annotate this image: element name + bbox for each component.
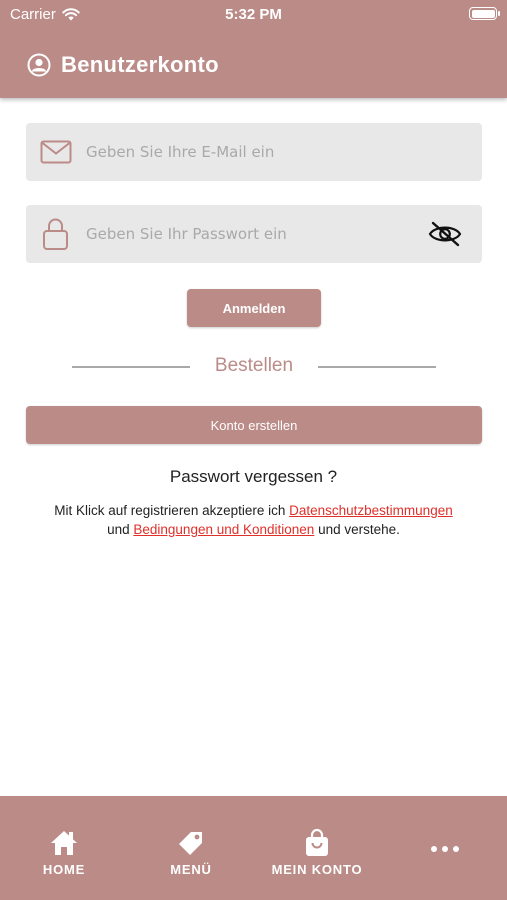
mail-icon [40,140,72,164]
tab-menu-label: MENÜ [170,862,212,877]
divider-line-left [72,366,190,368]
terms-middle: und [107,522,134,537]
tab-menu[interactable]: MENÜ [145,796,237,900]
more-icon [431,846,459,852]
password-input[interactable] [86,205,426,263]
status-time: 5:32 PM [225,6,282,23]
tag-icon [179,832,202,855]
privacy-policy-link[interactable]: Datenschutzbestimmungen [289,503,453,518]
forgot-password-link[interactable]: Passwort vergessen ? [0,467,507,487]
app-header: Carrier 5:32 PM Benutzerkonto [0,0,507,98]
user-circle-icon [27,53,51,77]
divider-label: Bestellen [214,355,294,376]
divider-line-right [318,366,436,368]
login-button[interactable]: Anmelden [187,289,321,327]
tab-home[interactable]: HOME [18,796,110,900]
create-account-button[interactable]: Konto erstellen [26,406,482,444]
terms-prefix: Mit Klick auf registrieren akzeptiere ic… [54,503,290,518]
page-title: Benutzerkonto [61,52,219,77]
email-input[interactable] [86,123,426,181]
tab-my-account-label: MEIN KONTO [271,862,363,877]
tab-home-label: HOME [42,862,86,877]
terms-suffix: und verstehe. [314,522,400,537]
tab-my-account[interactable]: MEIN KONTO [262,796,372,900]
terms-conditions-link[interactable]: Bedingungen und Konditionen [133,522,314,537]
tab-more[interactable] [405,796,485,900]
status-bar: Carrier 5:32 PM [0,0,507,28]
battery-icon [469,7,500,20]
bottom-tab-bar: HOME MENÜ MEIN KONTO [0,796,507,900]
shopping-bag-icon [306,828,328,856]
terms-text: Mit Klick auf registrieren akzeptiere ic… [20,501,487,539]
lock-icon [43,218,68,250]
email-field[interactable] [26,123,482,181]
header-title-row: Benutzerkonto [27,52,219,78]
password-field[interactable] [26,205,482,263]
eye-off-icon[interactable] [428,221,462,247]
home-icon [51,831,77,855]
